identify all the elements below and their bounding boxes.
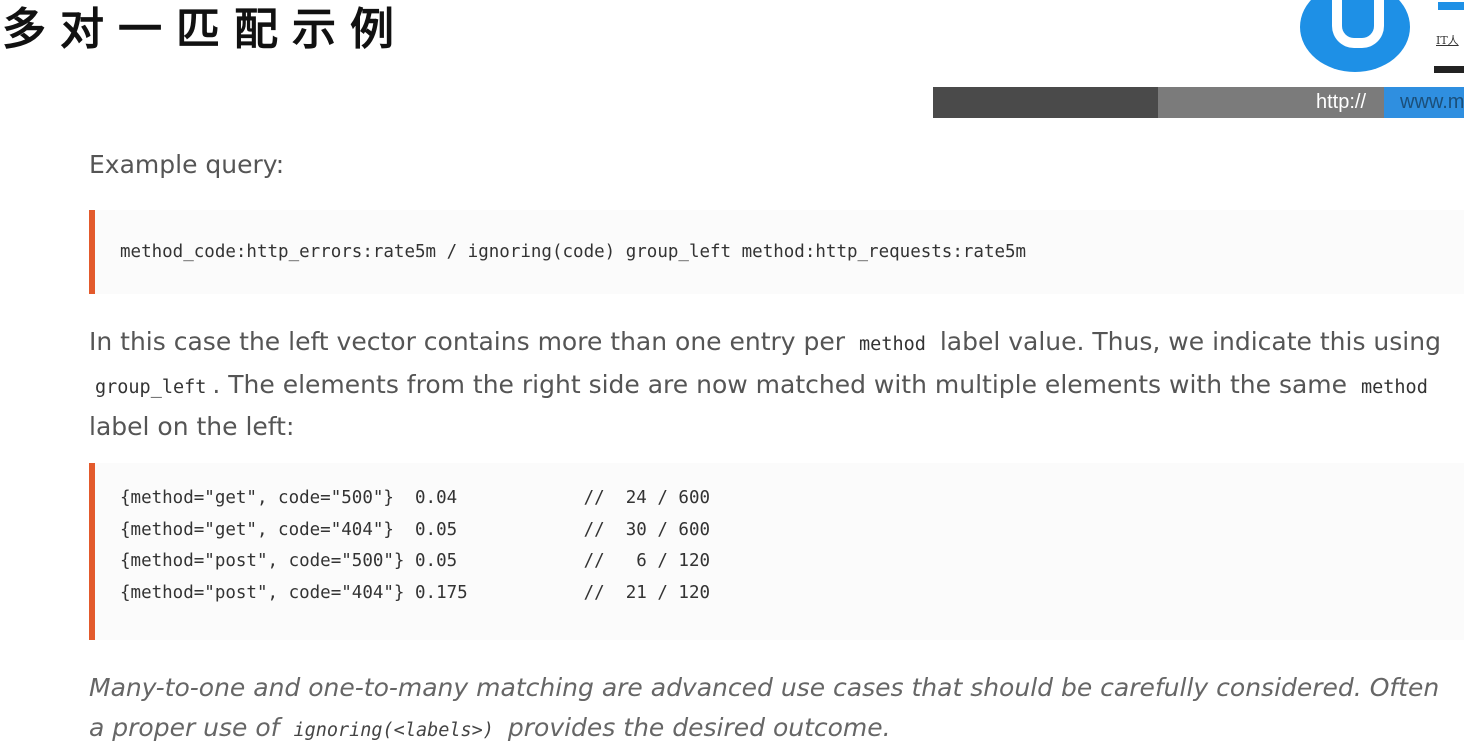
inline-code-group-left: group_left [95,376,207,398]
result-code-block: {method="get", code="500"} 0.04 // 24 / … [89,463,1464,640]
explanation-text-2: label value. Thus, we indicate this usin… [939,327,1441,356]
result-line: {method="post", code="500"} 0.05 // 6 / … [120,551,711,572]
explanation-text-3: . The elements from the right side are n… [212,369,1348,399]
url-domain: www.m [1384,87,1464,118]
inline-code-method: method [859,334,926,355]
url-banner: http:// www.m [933,87,1464,118]
result-line: {method="get", code="404"} 0.05 // 30 / … [120,519,711,540]
logo-text: IT人 [1436,34,1459,47]
slide-title: 多对一匹配示例 [2,4,408,55]
result-line: {method="post", code="404"} 0.175 // 21 … [120,583,711,604]
result-line: {method="get", code="500"} 0.04 // 24 / … [120,488,711,508]
url-banner-dark-segment [933,87,1158,118]
note-paragraph: Many-to-one and one-to-many matching are… [89,668,1459,750]
logo-glyph-icon [1332,0,1384,48]
explanation-text-1: In this case the left vector contains mo… [89,327,846,356]
note-text-2: provides the desired outcome. [507,712,891,742]
url-protocol: http:// [1158,87,1384,118]
inline-code-method-2: method [1361,376,1428,398]
example-query-label: Example query: [89,150,285,179]
logo-circle-icon [1300,0,1410,72]
site-logo: IT人 [1296,0,1464,78]
explanation-text-4: label on the left: [89,412,295,441]
explanation-paragraph: In this case the left vector contains mo… [89,322,1459,447]
query-code-block: method_code:http_errors:rate5m / ignorin… [89,210,1464,294]
query-code: method_code:http_errors:rate5m / ignorin… [120,242,1027,262]
inline-code-ignoring: ignoring(<labels>) [293,719,494,741]
